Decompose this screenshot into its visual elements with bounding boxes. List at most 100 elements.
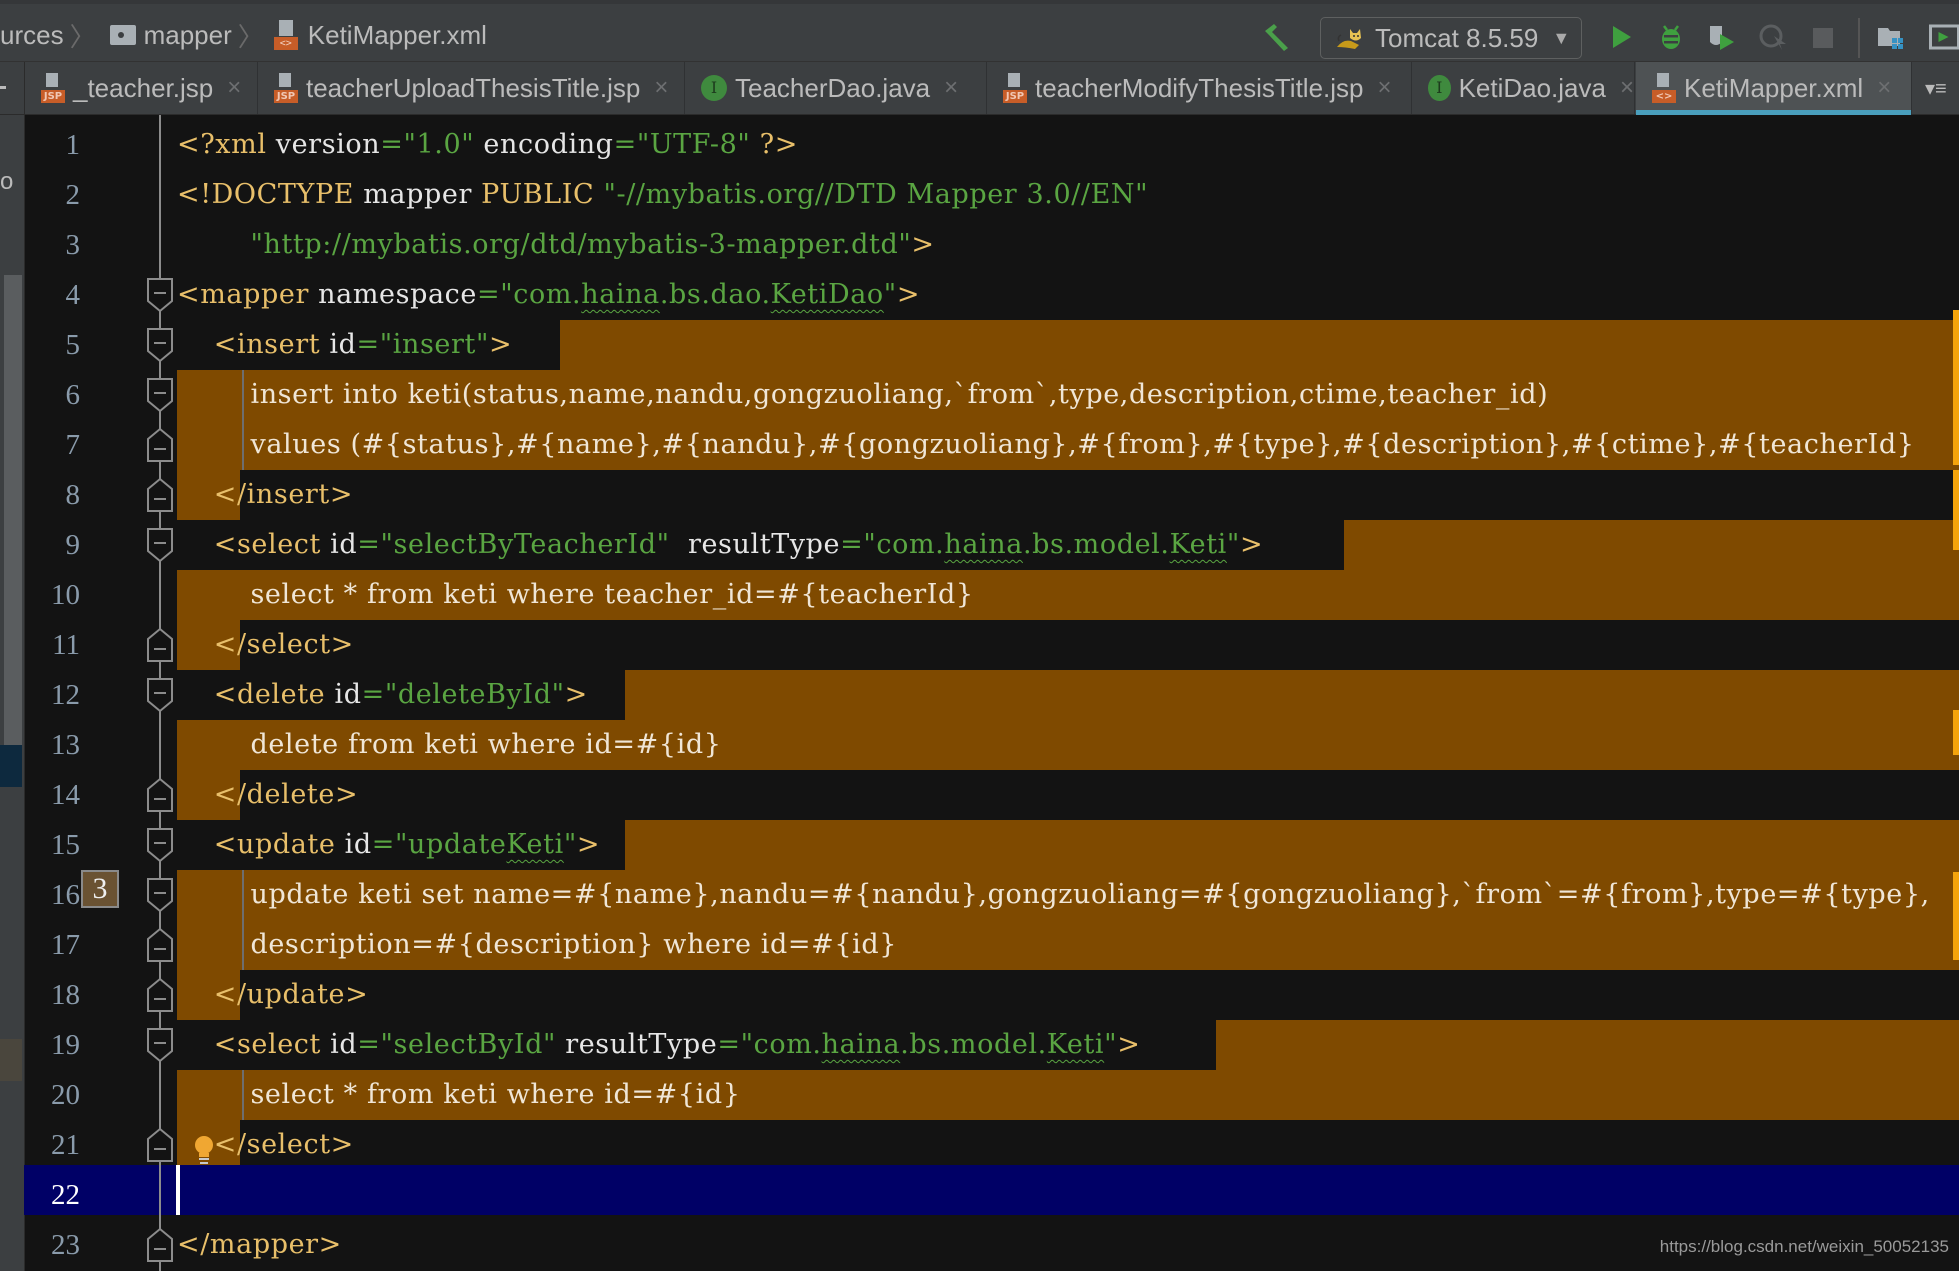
project-panel-scrollbar[interactable] (4, 275, 22, 775)
interface-icon: I (701, 75, 727, 101)
tab-bar-left-strip (0, 62, 25, 114)
tab-label: TeacherDao.java (735, 72, 931, 103)
line-number[interactable]: 13 (24, 720, 80, 770)
tab-teacher-dao[interactable]: I TeacherDao.java × (685, 62, 987, 114)
code-line-7: values (#{status},#{name},#{nandu},#{gon… (177, 429, 1915, 460)
fold-end-icon[interactable] (146, 1227, 174, 1263)
line-number[interactable]: 18 (24, 970, 80, 1020)
code-line-16: update keti set name=#{name},nandu=#{nan… (177, 879, 1930, 910)
close-icon[interactable]: × (1378, 74, 1392, 102)
close-icon[interactable]: × (227, 74, 241, 102)
run-with-coverage-icon[interactable] (1706, 22, 1736, 52)
error-stripe-marker[interactable] (1953, 310, 1959, 465)
toolbar-divider (1858, 18, 1860, 58)
line-number[interactable]: 15 (24, 820, 80, 870)
fold-end-icon[interactable] (146, 427, 174, 463)
line-number[interactable]: 19 (24, 1020, 80, 1070)
inlay-count-badge[interactable]: 3 (81, 870, 119, 908)
line-number[interactable]: 21 (24, 1120, 80, 1170)
close-icon[interactable]: × (654, 74, 668, 102)
code-line-18: </update> (177, 979, 369, 1010)
line-number[interactable]: 20 (24, 1070, 80, 1120)
stop-icon[interactable] (1808, 22, 1838, 52)
code-line-17: description=#{description} where id=#{id… (177, 929, 898, 960)
tab-teacher-upload-thesis-title[interactable]: JSP teacherUploadThesisTitle.jsp × (258, 62, 685, 114)
profile-icon[interactable] (1758, 22, 1788, 52)
fold-start-icon[interactable] (146, 327, 174, 363)
fold-end-icon[interactable] (146, 477, 174, 513)
project-panel-selection (0, 745, 22, 787)
xml-file-icon: <> (1652, 73, 1676, 103)
build-hammer-icon[interactable] (1262, 22, 1296, 52)
fold-start-icon[interactable] (146, 1027, 174, 1063)
run-window-icon[interactable] (1928, 22, 1959, 52)
fold-start-icon[interactable] (146, 827, 174, 863)
line-number[interactable]: 2 (24, 170, 81, 220)
code-line-5: <insert id="insert"> (177, 329, 513, 360)
search-highlight (625, 670, 1959, 720)
close-icon[interactable]: × (1877, 74, 1891, 102)
fold-start-icon[interactable] (146, 527, 174, 563)
editor-tab-bar: JSP _teacher.jsp × JSP teacherUploadThes… (0, 62, 1959, 115)
tab-label: teacherUploadThesisTitle.jsp (306, 72, 641, 103)
run-configuration-dropdown[interactable]: Tomcat 8.5.59 ▼ (1320, 17, 1582, 59)
tab-label: KetiDao.java (1458, 72, 1606, 103)
line-number[interactable]: 12 (24, 670, 80, 720)
error-stripe-marker[interactable] (1953, 710, 1959, 755)
folder-icon (109, 25, 136, 45)
error-stripe-marker[interactable] (1953, 470, 1959, 550)
fold-end-icon[interactable] (146, 1127, 174, 1163)
code-line-4: <mapper namespace="com.haina.bs.dao.Keti… (177, 279, 921, 310)
code-line-12: <delete id="deleteById"> (177, 679, 588, 710)
tab-overflow-menu-icon[interactable]: ▾≡ (1925, 76, 1947, 101)
code-line-14: </delete> (177, 779, 359, 810)
line-number[interactable]: 6 (24, 370, 81, 420)
breadcrumb-mapper[interactable]: mapper (144, 20, 232, 51)
fold-end-icon[interactable] (146, 927, 174, 963)
line-number[interactable]: 1 (24, 120, 81, 170)
run-icon[interactable] (1606, 22, 1636, 52)
current-line-highlight (24, 1165, 1959, 1215)
line-number[interactable]: 11 (24, 620, 80, 670)
tab-scroll-indicator (0, 86, 6, 89)
line-number[interactable]: 8 (24, 470, 81, 520)
line-number[interactable]: 23 (24, 1220, 80, 1270)
code-line-6: insert into keti(status,name,nandu,gongz… (177, 379, 1549, 410)
close-icon[interactable]: × (944, 74, 958, 102)
tab-teacher-modify-thesis-title[interactable]: JSP teacherModifyThesisTitle.jsp × (987, 62, 1412, 114)
fold-end-icon[interactable] (146, 627, 174, 663)
tab-keti-mapper[interactable]: <> KetiMapper.xml × (1636, 62, 1912, 115)
project-structure-icon[interactable] (1876, 22, 1906, 52)
tab-keti-dao[interactable]: I KetiDao.java × (1412, 62, 1635, 114)
line-number[interactable]: 7 (24, 420, 81, 470)
line-number[interactable]: 16 (24, 870, 80, 920)
line-number[interactable]: 9 (24, 520, 81, 570)
fold-start-icon[interactable] (146, 877, 174, 913)
line-number[interactable]: 4 (24, 270, 81, 320)
close-icon[interactable]: × (1620, 74, 1634, 102)
line-number[interactable]: 14 (24, 770, 80, 820)
breadcrumb-resources[interactable]: urces (0, 20, 64, 51)
code-line-20: select * from keti where id=#{id} (177, 1079, 741, 1110)
tab-teacher-jsp[interactable]: JSP _teacher.jsp × (25, 62, 258, 114)
line-number[interactable]: 10 (24, 570, 80, 620)
project-panel-text-fragment: o (0, 168, 14, 195)
line-number[interactable]: 22 (24, 1170, 80, 1220)
fold-start-icon[interactable] (146, 677, 174, 713)
fold-end-icon[interactable] (146, 777, 174, 813)
search-highlight (1344, 520, 1959, 570)
tab-label: KetiMapper.xml (1684, 72, 1864, 103)
breadcrumb-file[interactable]: KetiMapper.xml (308, 20, 487, 51)
fold-start-icon[interactable] (146, 377, 174, 413)
text-caret (176, 1165, 180, 1215)
code-line-13: delete from keti where id=#{id} (177, 729, 722, 760)
fold-end-icon[interactable] (146, 977, 174, 1013)
xml-file-icon: <> (273, 20, 298, 50)
debug-icon[interactable] (1656, 22, 1686, 52)
line-number[interactable]: 3 (24, 220, 81, 270)
fold-start-icon[interactable] (146, 277, 174, 313)
line-number[interactable]: 5 (24, 320, 81, 370)
search-highlight (560, 320, 1959, 370)
line-number[interactable]: 17 (24, 920, 80, 970)
error-stripe-marker[interactable] (1953, 872, 1959, 960)
